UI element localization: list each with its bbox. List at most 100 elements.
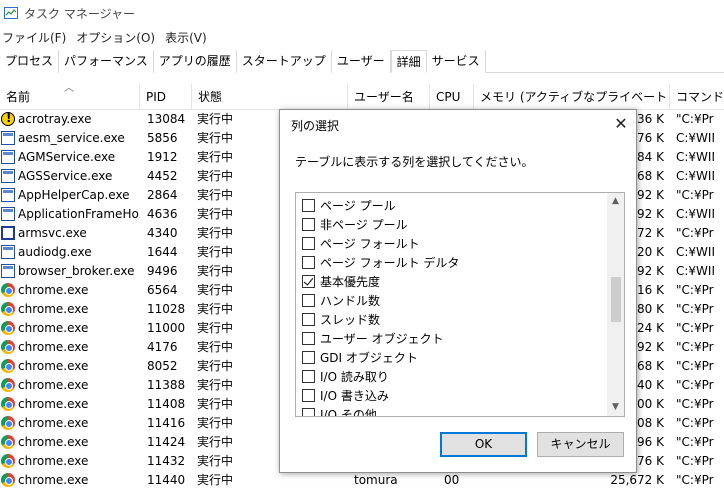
checkbox[interactable] [302,408,315,416]
column-option[interactable]: ページ フォールト [302,234,420,253]
tab-startup[interactable]: スタートアップ [236,50,332,73]
process-pid: 4340 [147,226,178,240]
process-pid: 1912 [147,150,178,164]
process-name: AGSService.exe [18,169,113,183]
tab-performance[interactable]: パフォーマンス [59,50,154,73]
column-option-label: I/O 読み取り [320,370,389,384]
process-name: chrome.exe [18,283,89,297]
list-scrollbar[interactable] [714,110,724,496]
process-pid: 9496 [147,264,178,278]
process-status: 実行中 [197,473,234,487]
column-option[interactable]: ページ プール [302,196,396,215]
process-pid: 13084 [147,112,186,126]
process-name: aesm_service.exe [18,131,125,145]
menu-view[interactable]: 表示(V) [163,29,215,46]
process-pid: 11432 [147,454,186,468]
column-option-label: 基本優先度 [320,275,381,289]
column-header-status[interactable]: 状態 [192,84,348,110]
checkbox[interactable] [302,313,315,326]
checkbox[interactable] [302,389,315,402]
column-header-name[interactable]: 名前 ︿ [0,84,140,110]
checkbox[interactable] [302,332,315,345]
column-option[interactable]: I/O 書き込み [302,386,389,405]
tab-users[interactable]: ユーザー [331,50,391,73]
checkbox[interactable] [302,218,315,231]
column-option-label: I/O 書き込み [320,389,389,403]
process-pid: 2864 [147,188,178,202]
column-option[interactable]: I/O その他 [302,405,377,417]
column-option[interactable]: ユーザー オブジェクト [302,329,444,348]
process-name: chrome.exe [18,321,89,335]
column-header-row: 名前 ︿ PID 状態 ユーザー名 CPU メモリ (アクティブなプライベート … [0,84,724,110]
tab-processes[interactable]: プロセス [0,50,60,73]
checkbox[interactable] [302,370,315,383]
process-name: armsvc.exe [18,226,87,240]
ok-button[interactable]: OK [440,432,527,457]
process-user: tomura [354,473,398,487]
process-pid: 11000 [147,321,186,335]
checkbox[interactable] [302,351,315,364]
checkbox[interactable] [302,237,315,250]
options-scrollbar[interactable]: ▲ ▼ [607,193,624,416]
column-option-label: I/O その他 [320,408,377,417]
column-option-label: GDI オブジェクト [320,351,418,365]
sort-up-icon: ︿ [64,84,74,94]
column-option[interactable]: 基本優先度 [302,272,380,291]
tab-services[interactable]: サービス [426,50,486,73]
tab-app-history[interactable]: アプリの履歴 [153,50,237,73]
dialog-title-bar: 列の選択 ✕ [280,110,636,140]
column-header-cpu[interactable]: CPU [430,84,474,110]
process-name: AppHelperCap.exe [18,188,130,202]
column-header-user[interactable]: ユーザー名 [348,84,430,110]
scrollbar-thumb[interactable] [611,277,621,322]
select-columns-dialog: 列の選択 ✕ テーブルに表示する列を選択してください。 ▲ ▼ ページ プール非… [279,109,637,473]
process-pid: 11440 [147,473,186,487]
process-pid: 6564 [147,283,178,297]
menu-options[interactable]: オプション(O) [74,29,163,46]
column-option-label: ユーザー オブジェクト [320,332,444,346]
checkbox-checked[interactable] [302,275,315,288]
column-option[interactable]: ページ フォールト デルタ [302,253,459,272]
column-option[interactable]: ハンドル数 [302,291,380,310]
close-icon[interactable]: ✕ [609,113,633,137]
column-option-label: ハンドル数 [320,294,381,308]
tab-bar: プロセス パフォーマンス アプリの履歴 スタートアップ ユーザー 詳細 サービス [0,50,724,73]
column-header-command[interactable]: コマンド ラ [670,84,724,110]
column-options-list: ▲ ▼ ページ プール 非ページ プールページ フォールトページ フォールト デル… [295,192,625,417]
column-header-memory[interactable]: メモリ (アクティブなプライベート ワーキン... [474,84,670,110]
process-pid: 8052 [147,359,178,373]
checkbox[interactable] [302,294,315,307]
column-option-label: ページ フォールト [320,237,420,251]
process-name: chrome.exe [18,473,89,487]
scroll-down-arrow-icon[interactable]: ▼ [607,399,624,416]
column-option[interactable]: 非ページ プール [302,215,408,234]
scroll-up-arrow-icon[interactable]: ▲ [607,193,624,210]
process-pid: 5856 [147,131,178,145]
column-option[interactable]: I/O 読み取り [302,367,389,386]
dialog-title: 列の選択 [291,119,340,133]
dialog-body: テーブルに表示する列を選択してください。 ▲ ▼ ページ プール 非ページ プール… [280,140,636,472]
table-row[interactable]: chrome.exe 11440 実行中 tomura 00 25,672 K "C:¥Pr… [0,471,724,490]
menu-file[interactable]: ファイル(F) [0,29,74,46]
process-name: chrome.exe [18,454,89,468]
column-option[interactable]: GDI オブジェクト [302,348,418,367]
menu-bar: ファイル(F) オプション(O) 表示(V) [0,26,724,48]
process-name: chrome.exe [18,397,89,411]
column-option[interactable]: スレッド数 [302,310,380,329]
process-pid: 4452 [147,169,178,183]
tab-details[interactable]: 詳細 [390,50,427,73]
window-title: タスク マネージャー [24,6,135,21]
process-name: acrotray.exe [18,112,92,126]
process-name: chrome.exe [18,359,89,373]
process-pid: 11416 [147,416,186,430]
column-header-pid[interactable]: PID [140,84,192,110]
checkbox[interactable] [302,199,315,212]
dialog-prompt: テーブルに表示する列を選択してください。 [295,155,534,169]
process-pid: 4636 [147,207,178,221]
column-name-label: 名前 [6,90,31,104]
cancel-button[interactable]: キャンセル [537,432,624,457]
process-pid: 1644 [147,245,178,259]
process-name: chrome.exe [18,302,89,316]
checkbox[interactable] [302,256,315,269]
task-manager-icon [4,6,18,20]
